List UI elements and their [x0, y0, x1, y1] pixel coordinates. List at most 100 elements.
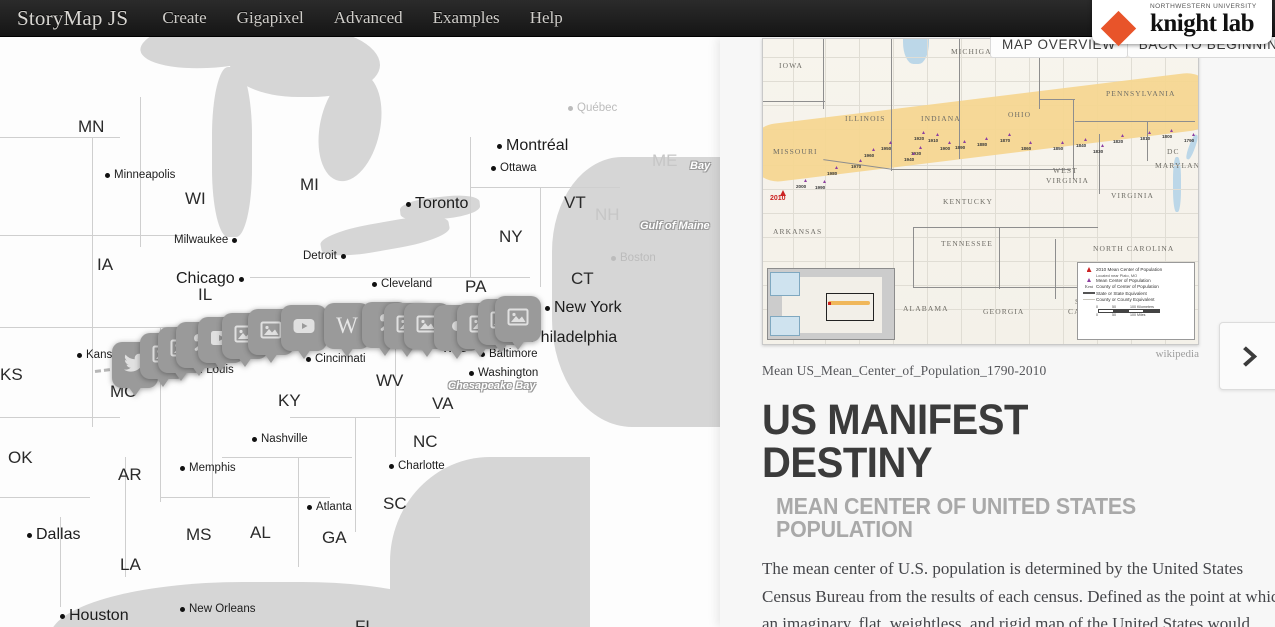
- census-state-name: KENTUCKY: [943, 197, 994, 206]
- legend-label: 2010 Mean Center of Population: [1096, 267, 1163, 272]
- county-line: [1063, 39, 1064, 344]
- county-line: [763, 213, 1198, 214]
- storymap-app: StoryMap JS Create Gigapixel Advanced Ex…: [0, 0, 1275, 627]
- base-map[interactable]: MNWIMIIAILNYPAVTNHMECTMDWVVAKYNCTNSCGAAL…: [0, 37, 720, 627]
- census-year-label: 1970: [851, 164, 862, 169]
- census-map-graphic: IOWA MICHIGAN ILLINOIS INDIANA OHIO PENNSYLVA…: [763, 39, 1198, 344]
- state-line: [823, 39, 824, 109]
- brand-logo[interactable]: StoryMap JS: [17, 6, 128, 31]
- line-dark-icon: [1082, 292, 1096, 294]
- knight-lab-name: knight lab: [1150, 10, 1255, 37]
- slide-body-text: The mean center of U.S. population is de…: [762, 559, 1275, 627]
- line-light-icon: [1082, 299, 1096, 300]
- media-caption: Mean US_Mean_Center_of_Population_1790-2…: [762, 363, 1047, 378]
- census-year-label: 1930: [911, 151, 922, 156]
- triangle-purple-icon: [1082, 278, 1096, 282]
- state-line: [1099, 134, 1100, 194]
- state-line: [1055, 239, 1056, 299]
- nav-link-advanced[interactable]: Advanced: [334, 8, 403, 28]
- legend-label: State or State Equivalent: [1096, 290, 1147, 296]
- census-state-name: ILLINOIS: [845, 114, 886, 123]
- census-state-name: TENNESSEE: [941, 239, 993, 248]
- county-line: [763, 189, 1198, 190]
- census-year-label: 2010: [770, 195, 786, 202]
- state-line: [913, 227, 1098, 228]
- census-year-label: 1980: [827, 171, 838, 176]
- state-line: [763, 101, 825, 102]
- slide-headline: US MANIFEST DESTINY: [762, 396, 1028, 487]
- county-line: [1029, 39, 1030, 344]
- story-panel: MAP OVERVIEW BACK TO BEGINNING IOWA MICH…: [720, 37, 1275, 627]
- census-year-label: 1890: [955, 145, 966, 150]
- nav-link-gigapixel[interactable]: Gigapixel: [237, 8, 304, 28]
- inset-hawaii: [770, 316, 800, 336]
- census-year-label: 1910: [928, 138, 939, 143]
- nav-link-help[interactable]: Help: [530, 8, 563, 28]
- map-marker[interactable]: [281, 305, 327, 359]
- county-line: [995, 39, 996, 344]
- census-year-label: 1800: [1162, 134, 1173, 139]
- census-state-name: GEORGIA: [983, 307, 1025, 316]
- census-state-name: PENNSYLVANIA: [1106, 89, 1176, 98]
- nav-link-examples[interactable]: Examples: [433, 8, 500, 28]
- scale-labels-mi: 0 50 100 Miles: [1096, 313, 1146, 317]
- state-line: [959, 39, 960, 159]
- census-state-name: MARYLAND: [1155, 161, 1198, 170]
- state-line: [1075, 121, 1195, 122]
- census-year-label: 1920: [914, 136, 925, 141]
- county-line: [927, 39, 928, 344]
- knight-lab-wordmark: NORTHWESTERN UNIVERSITY knight lab: [1150, 3, 1257, 39]
- state-line: [1039, 99, 1075, 100]
- state-line: [891, 39, 892, 171]
- triangle-red-icon: [1082, 267, 1096, 272]
- slide-subheadline: MEAN CENTER OF UNITED STATES POPULATION: [776, 493, 1137, 542]
- chevron-right-icon: [1242, 345, 1257, 367]
- inset-extent-box: [826, 293, 874, 321]
- census-year-label: 1840: [1076, 143, 1087, 148]
- census-year-label: 1790: [1184, 138, 1195, 143]
- image-icon: [259, 318, 283, 347]
- image-icon: [506, 305, 530, 334]
- census-state-name: DC: [1167, 147, 1180, 156]
- census-state-name: MISSOURI: [773, 147, 818, 156]
- inset-alaska: [770, 272, 800, 296]
- state-line: [999, 227, 1000, 289]
- map-marker-layer[interactable]: W: [0, 37, 720, 627]
- census-year-label: 1870: [1000, 138, 1011, 143]
- state-line: [913, 227, 914, 287]
- top-navbar: StoryMap JS Create Gigapixel Advanced Ex…: [0, 0, 1275, 37]
- locator-inset-map: [767, 268, 895, 340]
- state-line: [891, 169, 1071, 170]
- census-state-name: ALABAMA: [903, 304, 949, 313]
- county-line: [961, 39, 962, 344]
- legend-label: Mean Center of Population: [1096, 277, 1151, 283]
- map-marker[interactable]: [495, 296, 541, 350]
- nav-link-create[interactable]: Create: [162, 8, 206, 28]
- census-year-label: 1860: [1021, 146, 1032, 151]
- census-year-label: 1940: [904, 157, 915, 162]
- census-year-label: 1810: [1140, 136, 1151, 141]
- legend-label: County or County Equivalent: [1096, 297, 1155, 302]
- media-image[interactable]: IOWA MICHIGAN ILLINOIS INDIANA OHIO PENNSYLVA…: [762, 38, 1199, 345]
- census-year-label: 1880: [977, 142, 988, 147]
- census-state-name: VIRGINIA: [1046, 176, 1089, 185]
- knight-lab-badge[interactable]: NORTHWESTERN UNIVERSITY knight lab: [1092, 0, 1272, 47]
- map-scale-bar: 0 50 100 Kilometers 0 50 100 Miles: [1082, 305, 1190, 317]
- census-year-label: 1960: [864, 153, 875, 158]
- census-state-name: NORTH CAROLINA: [1093, 244, 1175, 253]
- legend-row: 2010 Mean Center of Population: [1082, 267, 1190, 272]
- next-slide-button[interactable]: [1219, 322, 1275, 390]
- legend-row: State or State Equivalent: [1082, 291, 1190, 296]
- census-year-label: 1900: [940, 146, 951, 151]
- census-state-name: OHIO: [1008, 110, 1032, 119]
- census-year-label: 1850: [1053, 146, 1064, 151]
- state-line: [1147, 121, 1148, 161]
- census-year-label: 1990: [815, 185, 826, 190]
- census-state-name: ARKANSAS: [773, 227, 823, 236]
- kent-text-icon: Kent: [1084, 284, 1094, 289]
- youtube-icon: [292, 314, 316, 343]
- census-year-label: 1820: [1113, 139, 1124, 144]
- legend-row: County or County Equivalent: [1082, 297, 1190, 302]
- census-year-label: 1830: [1093, 149, 1104, 154]
- census-state-name: WEST: [1053, 166, 1078, 175]
